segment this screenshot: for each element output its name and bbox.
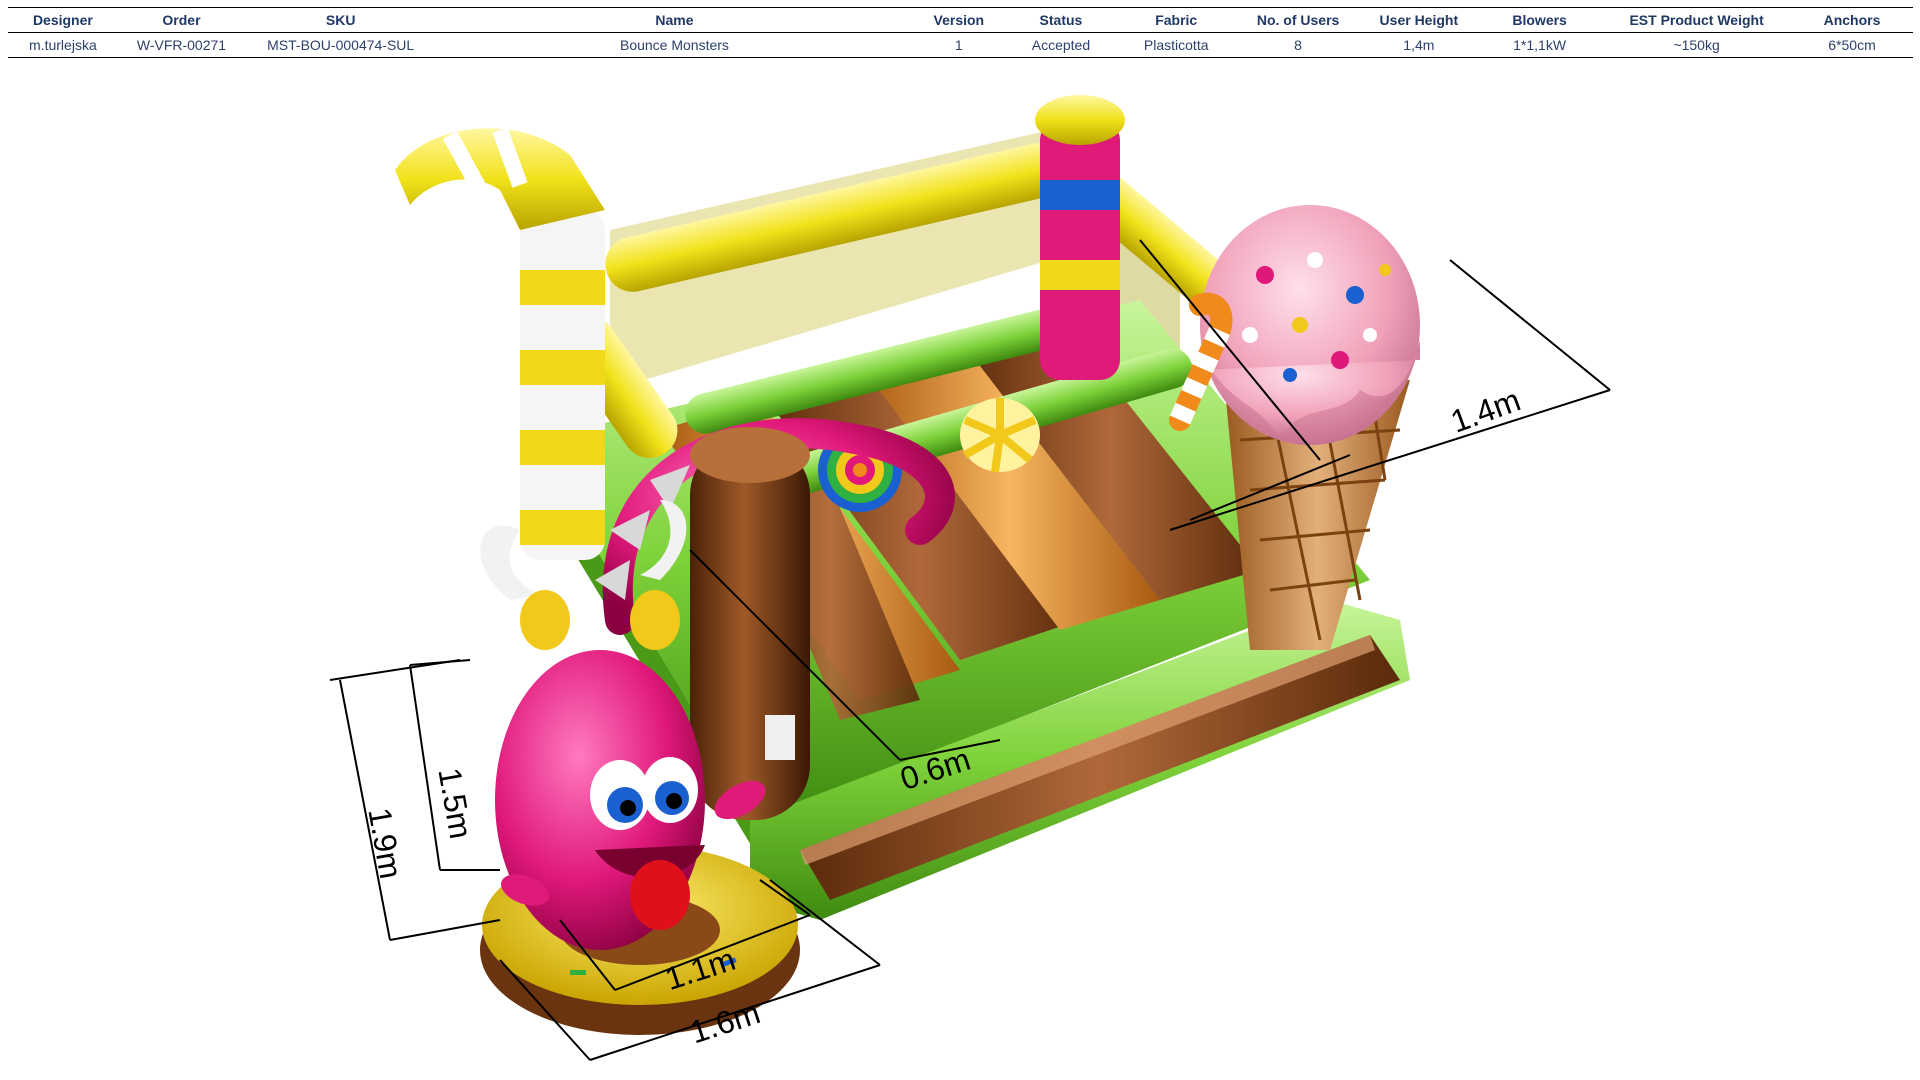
cell-anchors: 6*50cm xyxy=(1791,32,1913,58)
header-designer: Designer xyxy=(8,7,118,33)
spec-table: Designer Order SKU Name Version Status F… xyxy=(8,7,1913,58)
cell-designer: m.turlejska xyxy=(8,32,118,58)
header-fabric: Fabric xyxy=(1116,7,1236,33)
table-row: m.turlejska W-VFR-00271 MST-BOU-000474-S… xyxy=(8,32,1913,58)
chocolate-post xyxy=(690,427,810,820)
header-height: User Height xyxy=(1360,7,1478,33)
header-sku: SKU xyxy=(245,7,437,33)
header-users: No. of Users xyxy=(1235,7,1361,33)
peppermint-candy xyxy=(960,398,1040,473)
dimension-total-height: 1.9m xyxy=(361,805,409,881)
striped-pillar-right xyxy=(1035,95,1125,380)
striped-pillar-left xyxy=(395,127,605,560)
cell-order: W-VFR-00271 xyxy=(117,32,246,58)
cell-sku: MST-BOU-000474-SUL xyxy=(245,32,437,58)
product-render: 1.4m 0.6m 1.5m 1.9m 1.1m 1.6m xyxy=(329,95,1611,1061)
table-header-row: Designer Order SKU Name Version Status F… xyxy=(8,7,1913,33)
header-name: Name xyxy=(436,7,913,33)
dimension-monster-height: 1.5m xyxy=(431,765,479,841)
cell-name: Bounce Monsters xyxy=(436,32,913,58)
cell-weight: ~150kg xyxy=(1602,32,1792,58)
header-anchors: Anchors xyxy=(1791,7,1913,33)
cell-status: Accepted xyxy=(1004,32,1117,58)
header-weight: EST Product Weight xyxy=(1602,7,1792,33)
cell-blowers: 1*1,1kW xyxy=(1477,32,1603,58)
header-order: Order xyxy=(117,7,246,33)
cell-version: 1 xyxy=(912,32,1005,58)
cell-height: 1,4m xyxy=(1360,32,1478,58)
header-blowers: Blowers xyxy=(1477,7,1603,33)
header-version: Version xyxy=(912,7,1005,33)
cell-users: 8 xyxy=(1235,32,1361,58)
cell-fabric: Plasticotta xyxy=(1116,32,1236,58)
dimension-width-top: 1.4m xyxy=(1446,381,1525,439)
header-status: Status xyxy=(1004,7,1117,33)
